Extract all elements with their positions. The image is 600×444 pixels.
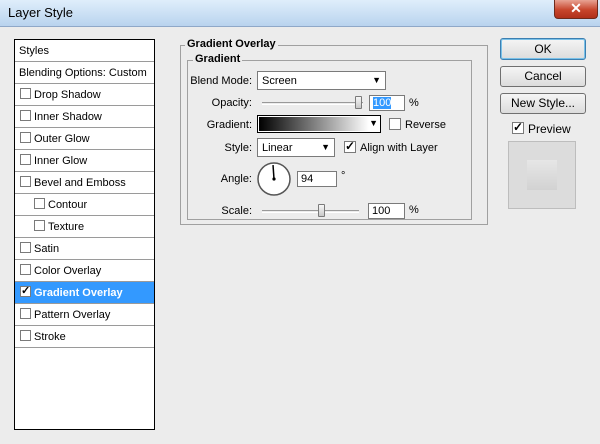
opacity-unit: % [409,97,419,109]
style-item-label: Gradient Overlay [34,287,123,299]
cancel-button[interactable]: Cancel [500,66,586,87]
gradient-overlay-title: Gradient Overlay [185,38,278,50]
style-item-label: Outer Glow [34,133,90,145]
style-item-gradient-overlay[interactable]: Gradient Overlay [15,282,154,304]
opacity-slider-thumb[interactable] [355,96,362,109]
style-item-label: Drop Shadow [34,89,101,101]
opacity-value: 100 [373,97,392,109]
gradient-label: Gradient: [206,119,252,131]
style-item-bevel-and-emboss[interactable]: Bevel and Emboss [15,172,154,194]
new-style-button[interactable]: New Style... [500,93,586,114]
ok-button[interactable]: OK [500,38,586,60]
close-button[interactable]: ✕ [554,0,598,19]
opacity-label: Opacity: [211,97,252,109]
style-item-blending-options-custom[interactable]: Blending Options: Custom [15,62,154,84]
style-item-drop-shadow[interactable]: Drop Shadow [15,84,154,106]
style-item-checkbox[interactable] [20,242,31,253]
gradient-preview-swatch[interactable] [259,117,369,131]
style-item-contour[interactable]: Contour [15,194,154,216]
style-item-outer-glow[interactable]: Outer Glow [15,128,154,150]
style-item-texture[interactable]: Texture [15,216,154,238]
chevron-down-icon: ▼ [372,75,381,85]
reverse-checkbox[interactable] [389,118,401,130]
gradient-group-title: Gradient [193,53,243,65]
style-item-satin[interactable]: Satin [15,238,154,260]
style-item-pattern-overlay[interactable]: Pattern Overlay [15,304,154,326]
style-item-label: Color Overlay [34,265,102,277]
chevron-down-icon[interactable]: ▼ [369,118,378,128]
blend-mode-label: Blend Mode: [190,75,252,87]
style-value: Linear [262,142,293,154]
style-item-styles[interactable]: Styles [15,40,154,62]
scale-input[interactable]: 100 [368,203,405,219]
style-item-checkbox[interactable] [34,198,45,209]
title-bar[interactable]: Layer Style ✕ [0,0,600,27]
scale-value: 100 [372,205,391,217]
style-item-checkbox[interactable] [20,132,31,143]
style-item-inner-shadow[interactable]: Inner Shadow [15,106,154,128]
angle-label: Angle: [220,173,252,185]
style-item-label: Styles [19,45,49,57]
style-select[interactable]: Linear ▼ [257,138,335,157]
style-item-checkbox[interactable] [20,330,31,341]
align-with-layer-checkbox[interactable] [344,139,356,153]
preview-label: Preview [528,122,571,136]
opacity-slider[interactable] [262,102,363,105]
blend-mode-value: Screen [262,75,297,87]
style-item-checkbox[interactable] [20,176,31,187]
align-with-layer-label: Align with Layer [360,142,438,154]
style-item-label: Inner Shadow [34,111,102,123]
style-item-label: Bevel and Emboss [34,177,126,189]
angle-dial-icon [257,162,291,196]
styles-list: Styles Blending Options: Custom Drop Shado… [14,39,155,430]
style-item-inner-glow[interactable]: Inner Glow [15,150,154,172]
scale-slider-thumb[interactable] [318,204,325,217]
chevron-down-icon: ▼ [321,142,330,152]
scale-unit: % [409,204,419,216]
close-icon: ✕ [570,0,582,16]
style-item-label: Satin [34,243,60,255]
opacity-input[interactable]: 100 [369,95,405,111]
preview-checkbox[interactable] [512,120,524,134]
style-item-checkbox[interactable] [34,220,45,231]
layer-style-dialog: Layer Style ✕ Styles Blending Options: Cu… [0,0,600,444]
style-item-label: Stroke [34,331,66,343]
style-item-color-overlay[interactable]: Color Overlay [15,260,154,282]
gradient-picker[interactable]: ▼ [257,115,381,133]
preview-swatch [527,160,557,190]
style-item-checkbox[interactable] [20,308,31,319]
style-preview-thumbnail [508,141,576,209]
angle-value: 94 [301,173,314,185]
style-item-checkbox[interactable] [20,110,31,121]
style-item-label: Blending Options: Custom [19,67,147,79]
blend-mode-select[interactable]: Screen ▼ [257,71,386,90]
style-item-checkbox[interactable] [20,264,31,275]
style-item-checkbox[interactable] [20,154,31,165]
style-label: Style: [224,142,252,154]
style-item-label: Texture [48,221,85,233]
style-item-stroke[interactable]: Stroke [15,326,154,348]
scale-label: Scale: [221,205,252,217]
style-item-label: Contour [48,199,88,211]
angle-unit: ° [341,170,346,182]
angle-input[interactable]: 94 [297,171,337,187]
scale-slider[interactable] [262,210,359,213]
angle-dial[interactable] [256,161,292,197]
style-item-checkbox[interactable] [20,284,31,297]
reverse-label: Reverse [405,119,446,131]
style-item-checkbox[interactable] [20,88,31,99]
style-item-label: Inner Glow [34,155,88,167]
style-item-label: Pattern Overlay [34,309,111,321]
window-title: Layer Style [8,5,74,20]
